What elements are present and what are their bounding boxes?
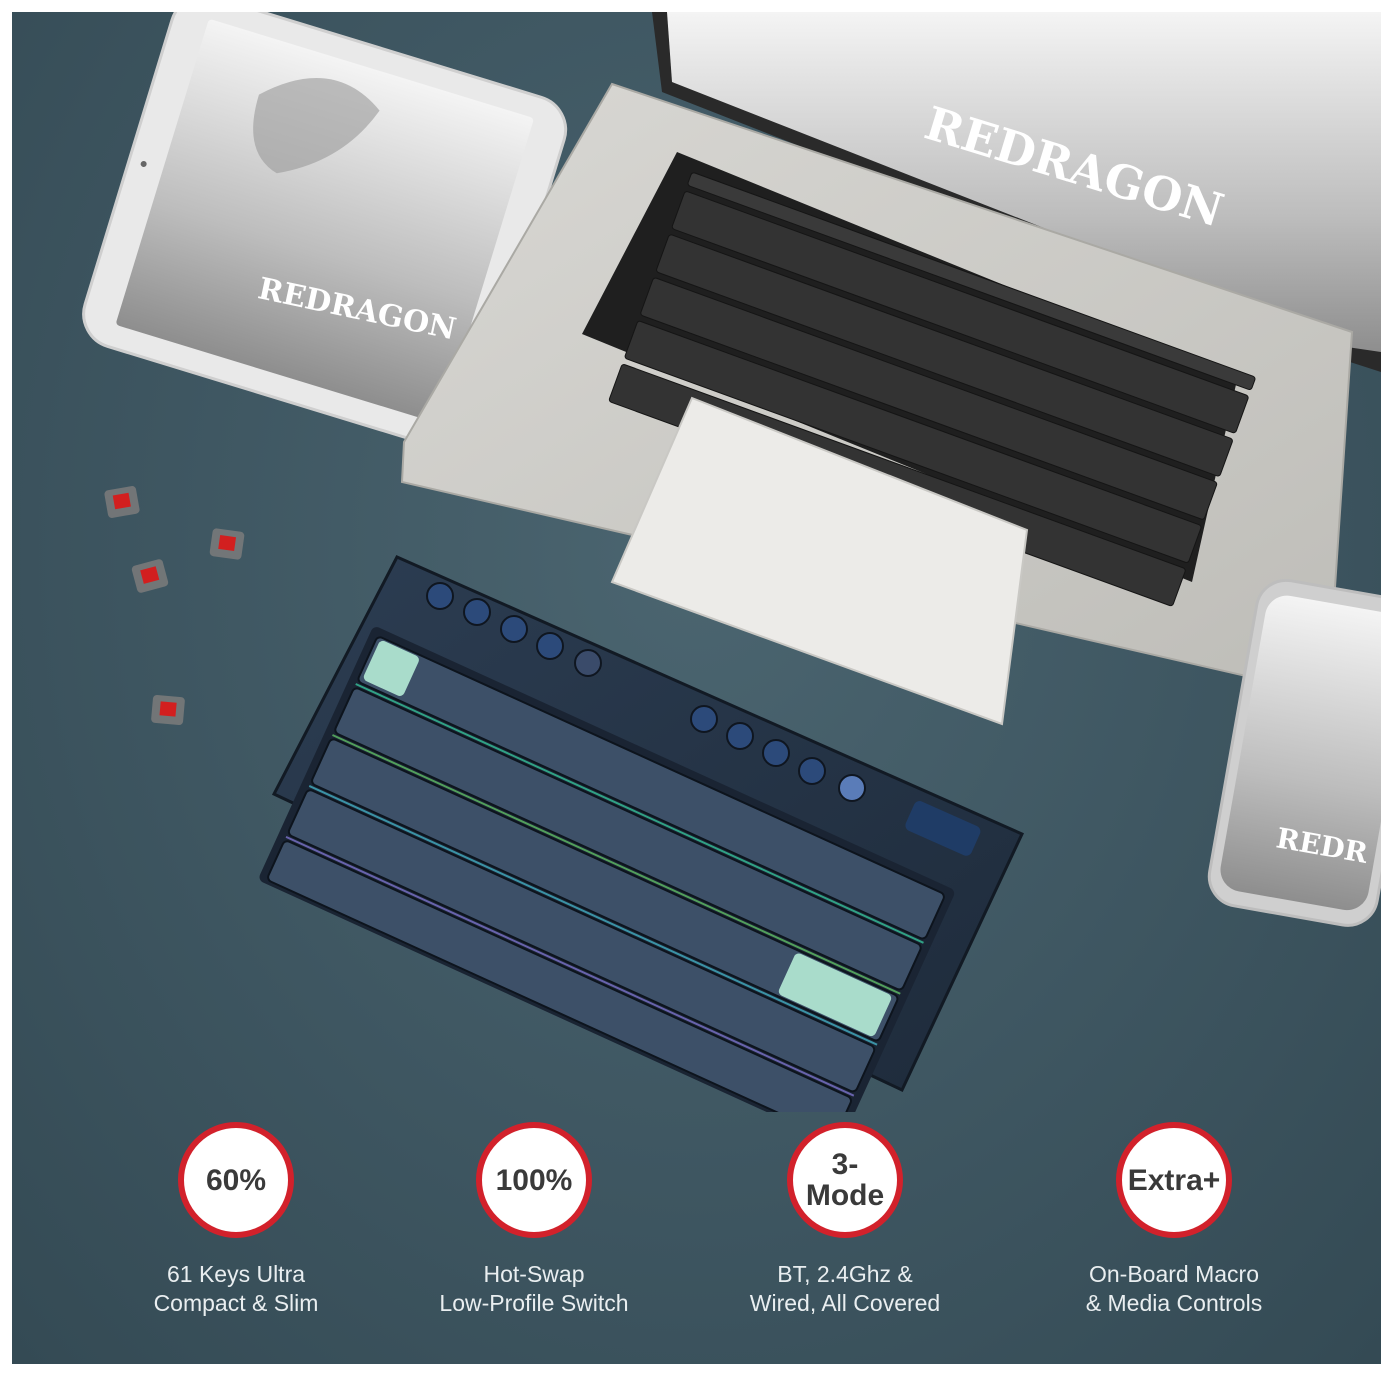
feature-extra: Extra+ On-Board Macro & Media Controls	[1024, 1122, 1324, 1318]
switch-parts	[104, 486, 245, 726]
feature-row: 60% 61 Keys Ultra Compact & Slim 100% Ho…	[12, 1112, 1381, 1364]
feature-badge: Extra+	[1116, 1122, 1232, 1238]
feature-badge: 60%	[178, 1122, 294, 1238]
feature-badge-text: 3- Mode	[805, 1148, 885, 1212]
feature-compact: 60% 61 Keys Ultra Compact & Slim	[86, 1122, 386, 1318]
product-image: REDRAGON REDRAGON REDR 60% 61 Keys Ultra…	[12, 12, 1381, 1364]
feature-badge-text: 60%	[205, 1163, 267, 1197]
feature-hot-swap: 100% Hot-Swap Low-Profile Switch	[384, 1122, 684, 1318]
feature-badge: 3- Mode	[787, 1122, 903, 1238]
feature-badge-text: 100%	[495, 1163, 573, 1197]
feature-caption: BT, 2.4Ghz & Wired, All Covered	[749, 1261, 941, 1316]
feature-caption: 61 Keys Ultra Compact & Slim	[153, 1261, 319, 1316]
feature-caption: On-Board Macro & Media Controls	[1085, 1261, 1263, 1316]
feature-badge-text: Extra+	[1127, 1163, 1221, 1197]
feature-badge: 100%	[476, 1122, 592, 1238]
feature-tri-mode: 3- Mode BT, 2.4Ghz & Wired, All Covered	[695, 1122, 995, 1318]
feature-caption: Hot-Swap Low-Profile Switch	[439, 1261, 629, 1316]
product-photo: REDRAGON REDRAGON REDR	[82, 12, 1381, 1112]
